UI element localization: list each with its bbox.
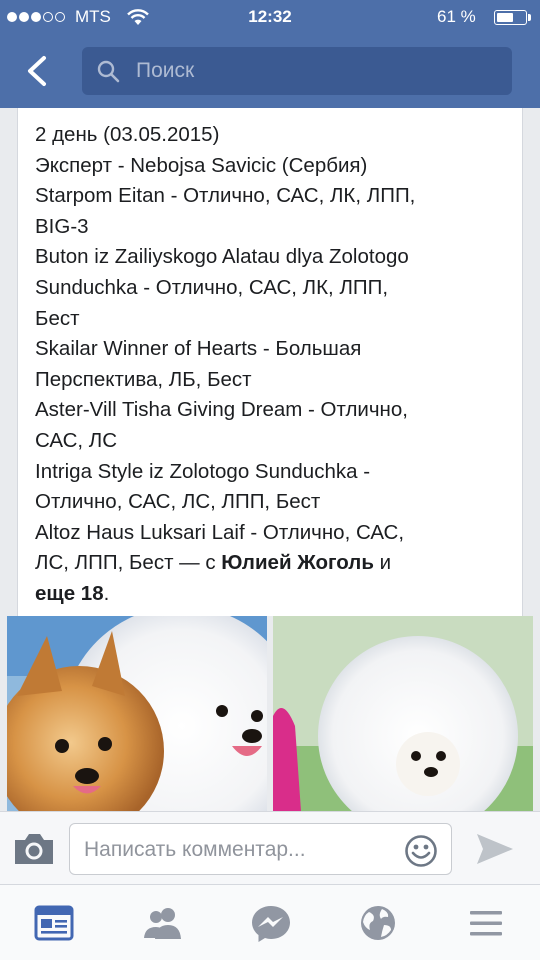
post-line: САС, ЛС bbox=[35, 428, 118, 452]
post-line: Intriga Style iz Zolotogo Sunduchka - bbox=[35, 459, 371, 483]
comment-bar: Написать комментар... bbox=[0, 811, 540, 884]
back-button[interactable] bbox=[18, 50, 58, 92]
send-icon[interactable] bbox=[475, 832, 515, 866]
post-line: Sunduchka - Отлично, САС, ЛК, ЛПП, bbox=[35, 275, 389, 299]
tagged-others-link[interactable]: еще 18 bbox=[35, 582, 104, 605]
post-tag-line: ЛС, ЛПП, Бест — с Юлией Жоголь и bbox=[35, 551, 392, 575]
post-line: Эксперт - Nebojsa Savicic (Сербия) bbox=[35, 153, 368, 177]
news-feed-icon[interactable] bbox=[32, 903, 76, 943]
comment-placeholder: Написать комментар... bbox=[84, 838, 306, 861]
post-line: Altoz Haus Luksari Laif - Отлично, САС, bbox=[35, 520, 405, 544]
photo-dogs-pair[interactable] bbox=[7, 616, 267, 811]
app-header: MTS 12:32 61 % Поиск bbox=[0, 0, 540, 108]
photo-strip bbox=[0, 616, 540, 811]
post-line: BIG-3 bbox=[35, 214, 89, 238]
post-line: Перспектива, ЛБ, Бест bbox=[35, 367, 252, 391]
status-bar: MTS 12:32 61 % bbox=[0, 0, 540, 36]
tagged-person-link[interactable]: Юлией Жоголь bbox=[221, 551, 374, 574]
post-line: Buton iz Zailiyskogo Alatau dlya Zolotog… bbox=[35, 245, 409, 269]
post-line: Starpom Eitan - Отлично, САС, ЛК, ЛПП, bbox=[35, 184, 416, 208]
search-icon bbox=[97, 60, 120, 83]
search-input[interactable]: Поиск bbox=[82, 47, 512, 95]
messenger-icon[interactable] bbox=[249, 903, 293, 943]
friends-icon[interactable] bbox=[141, 903, 185, 943]
emoji-icon[interactable] bbox=[404, 834, 438, 868]
post-text: 2 день (03.05.2015) Эксперт - Nebojsa Sa… bbox=[35, 120, 515, 610]
battery-icon bbox=[494, 10, 527, 25]
post-tag-line: еще 18. bbox=[35, 581, 110, 605]
menu-icon[interactable] bbox=[464, 903, 508, 943]
battery-tip bbox=[528, 14, 531, 21]
post-line: 2 день (03.05.2015) bbox=[35, 123, 220, 146]
battery-percent: 61 % bbox=[437, 7, 476, 26]
tab-bar bbox=[0, 884, 540, 960]
comment-input[interactable]: Написать комментар... bbox=[69, 823, 452, 875]
post-card: 2 день (03.05.2015) Эксперт - Nebojsa Sa… bbox=[17, 108, 523, 616]
globe-icon[interactable] bbox=[356, 903, 400, 943]
post-line: Skailar Winner of Hearts - Большая bbox=[35, 337, 362, 361]
camera-icon[interactable] bbox=[12, 832, 56, 866]
search-placeholder: Поиск bbox=[136, 59, 195, 82]
post-line: Бест bbox=[35, 306, 80, 330]
post-line: Aster-Vill Tisha Giving Dream - Отлично, bbox=[35, 398, 408, 422]
post-line: Отлично, САС, ЛС, ЛПП, Бест bbox=[35, 490, 321, 514]
photo-white-dog[interactable] bbox=[273, 616, 533, 811]
